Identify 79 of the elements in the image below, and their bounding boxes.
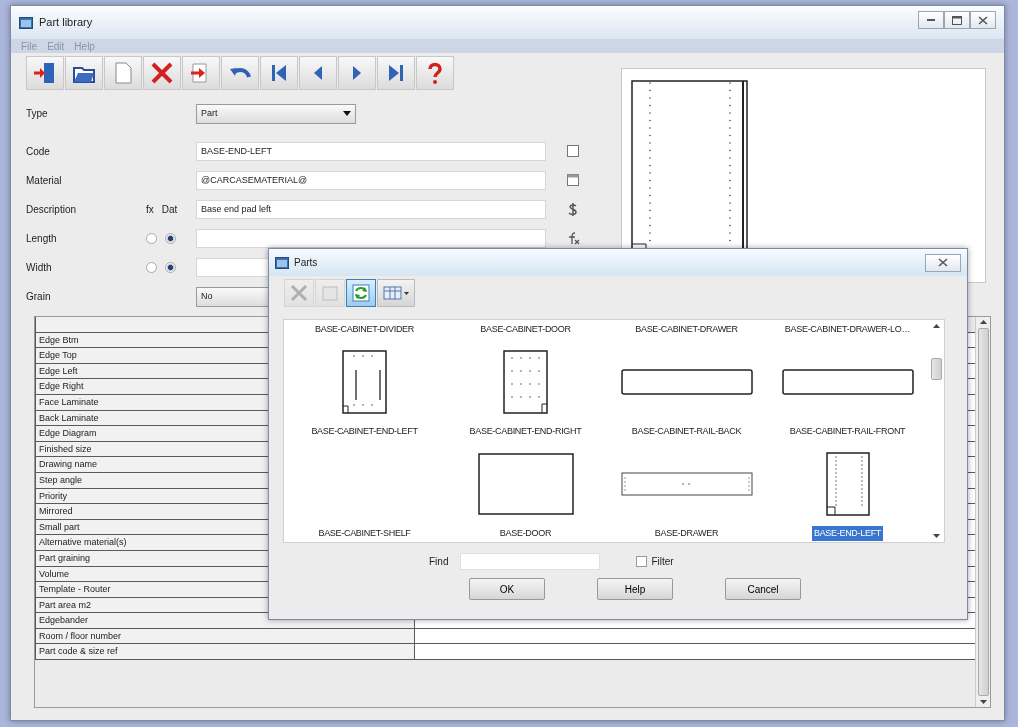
part-item[interactable]: BASE-CABINET-DRAWER-LO… [782,321,913,337]
part-item[interactable]: BASE-DRAWER [652,525,721,541]
window-title: Part library [39,15,93,31]
close-button[interactable] [925,253,961,272]
field-label: Description [26,203,78,217]
window-icon [19,16,33,29]
delete-icon [149,60,175,86]
next-button[interactable] [338,56,376,90]
find-field[interactable] [460,553,601,570]
view-button[interactable] [377,279,415,307]
part-item[interactable]: BASE-DOOR [497,525,554,541]
field-label: Find [429,555,449,569]
function-icon[interactable] [566,231,580,246]
exit-button[interactable] [26,56,64,90]
help-button[interactable] [416,56,454,90]
browse-icon[interactable] [566,173,580,188]
scrollbar-thumb[interactable] [977,328,989,696]
part-item[interactable]: BASE-CABINET-RAIL-BACK [629,423,744,439]
part-thumbnail[interactable] [342,349,387,414]
field-label: Type [26,107,49,121]
part-thumbnail[interactable] [825,451,870,516]
close-icon [936,256,950,269]
field-label: Width [26,261,53,275]
first-button[interactable] [260,56,298,90]
dialog-title: Parts [294,256,318,270]
minimize-icon [927,19,935,21]
maximize-icon [950,13,964,27]
maximize-button[interactable] [944,11,970,29]
previous-button[interactable] [299,56,337,90]
column-header: Dat [161,203,178,217]
part-item[interactable]: BASE-CABINET-DOOR [478,321,573,337]
input-field[interactable]: BASE-END-LEFT [196,142,546,161]
field-label: Material [26,174,63,188]
field-label: Length [26,232,58,246]
checkbox-label: Filter [651,555,674,569]
close-icon [976,13,990,27]
caret-icon [343,111,351,116]
part-thumbnail[interactable] [477,452,574,515]
property-label: Part code & size ref [35,644,415,660]
part-item[interactable]: BASE-CABINET-DRAWER [633,321,740,337]
radio-button[interactable] [146,262,157,273]
scrollbar-thumb[interactable] [930,358,942,380]
scroll-down-icon[interactable] [979,700,987,704]
close-button[interactable] [970,11,996,29]
scroll-up-icon[interactable] [932,324,940,328]
checkbox[interactable] [636,556,648,567]
import-button[interactable] [182,56,220,90]
column-header: fx [146,203,154,217]
browse-icon[interactable] [566,144,580,159]
part-thumbnail[interactable] [620,368,753,395]
refresh-icon [350,282,372,304]
part-thumbnail[interactable] [781,368,914,395]
scroll-up-icon[interactable] [979,320,987,324]
last-button[interactable] [377,56,415,90]
field-label: Grain [26,290,52,304]
dialog-button[interactable]: Help [597,578,673,600]
input-field[interactable]: @CARCASEMATERIAL@ [196,171,546,190]
dialog-button[interactable]: Cancel [725,578,801,600]
dropdown[interactable]: Part [196,103,356,124]
dollar-icon[interactable] [566,202,580,217]
input-field[interactable] [196,229,546,248]
field-label: Code [26,145,51,159]
delete-button[interactable] [143,56,181,90]
property-value[interactable] [415,644,975,660]
minimize-button[interactable] [918,11,944,29]
refresh-button[interactable] [346,279,376,307]
window-icon [275,256,289,269]
radio-button[interactable] [165,233,176,244]
part-thumbnail[interactable] [503,349,548,414]
part-item[interactable]: BASE-CABINET-END-RIGHT [467,423,584,439]
dialog-button[interactable]: OK [469,578,545,600]
input-field[interactable]: Base end pad left [196,200,546,219]
radio-button[interactable] [165,262,176,273]
open-button[interactable] [65,56,103,90]
undo-button[interactable] [221,56,259,90]
part-thumbnail[interactable] [620,471,753,496]
radio-button[interactable] [146,233,157,244]
part-item[interactable]: BASE-END-LEFT [811,525,884,541]
part-item[interactable]: BASE-CABINET-RAIL-FRONT [787,423,908,439]
